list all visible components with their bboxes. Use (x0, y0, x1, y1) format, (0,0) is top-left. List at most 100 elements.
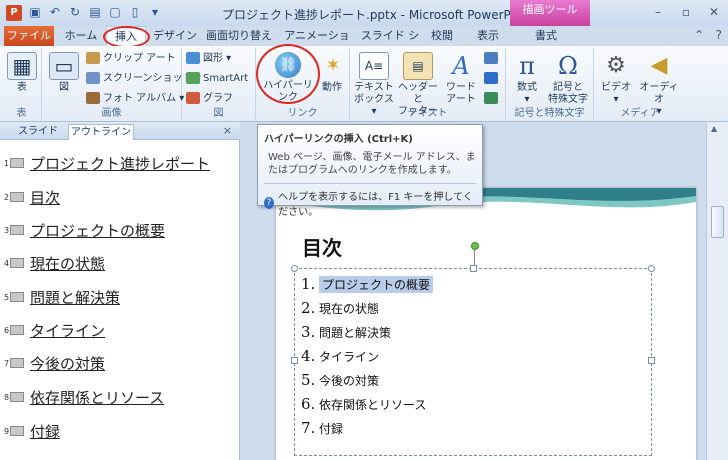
open-folder-icon[interactable]: ▤ (88, 5, 102, 19)
scroll-thumb[interactable] (711, 206, 724, 238)
tab-design[interactable]: デザイン (152, 26, 198, 46)
minimize-icon[interactable]: – (650, 4, 666, 20)
content-textbox[interactable]: 1. プロジェクトの概要 2. 現在の状態 3. 問題と解決策 4. タイライン 5. 今… (291, 265, 655, 456)
hyperlink-tooltip: ハイパーリンクの挿入 (Ctrl+K) Web ページ、画像、電子メール アドレ… (257, 124, 483, 218)
print-preview-icon[interactable]: ▢ (108, 5, 122, 19)
header-footer-icon: ▤ (403, 52, 433, 80)
outline-item-text: 問題と解決策 (30, 288, 121, 307)
tooltip-title: ハイパーリンクの挿入 (Ctrl+K) (264, 134, 413, 145)
outline-item[interactable]: 5 問題と解決策 (4, 286, 120, 308)
tab-animations[interactable]: アニメーション (282, 26, 352, 62)
bullet-item[interactable]: 5. 今後の対策 (301, 371, 379, 394)
group-image: ▭ 図 クリップ アート スクリーンショット ▾ フォト アルバム ▾ 画像 (42, 48, 201, 120)
bullet-text: 現在の状態 (319, 302, 380, 316)
bullet-item[interactable]: 1. プロジェクトの概要 (301, 275, 434, 298)
ribbon-minimize-icon[interactable]: ⌃ (694, 28, 704, 42)
table-button[interactable]: ▦ 表 (6, 52, 38, 94)
vertical-scrollbar[interactable]: ▲ (706, 122, 728, 460)
table-icon: ▦ (7, 52, 37, 80)
outline-item[interactable]: 8 依存関係とリソース (4, 386, 164, 408)
resize-handle-w[interactable] (291, 357, 298, 364)
bullet-item[interactable]: 6. 依存関係とリソース (301, 395, 426, 418)
scroll-up-icon[interactable]: ▲ (711, 124, 717, 133)
outline-item-text: 依存関係とリソース (30, 388, 165, 407)
tab-home[interactable]: ホーム (62, 26, 100, 46)
tab-slides[interactable]: スライド (10, 124, 66, 140)
pi-icon: π (519, 52, 535, 80)
tab-format[interactable]: 書式 (528, 26, 564, 46)
pane-close-icon[interactable]: × (223, 124, 232, 137)
pane-splitter[interactable] (240, 122, 254, 460)
new-file-icon[interactable]: ▯ (128, 5, 142, 19)
tab-review[interactable]: 校閲 (428, 26, 456, 46)
audio-label: オーディオ (639, 82, 679, 105)
outline-item[interactable]: 1 プロジェクト進捗レポート (4, 152, 210, 174)
group-label-media: メディア (620, 108, 660, 119)
resize-handle-ne[interactable] (648, 265, 655, 272)
resize-handle-nw[interactable] (291, 265, 298, 272)
shapes-button[interactable]: 図形 ▾ (186, 52, 231, 66)
equation-button[interactable]: π 数式 ▾ (510, 52, 544, 106)
tab-transitions[interactable]: 画面切り替え (206, 26, 272, 46)
symbol-button[interactable]: Ω 記号と 特殊文字 (546, 52, 590, 106)
action-star-icon: ✶ (325, 55, 341, 76)
wordart-button[interactable]: A ワードアート (442, 52, 480, 106)
bullet-text: 付録 (319, 422, 344, 436)
tab-outline[interactable]: アウトライン (68, 124, 134, 140)
outline-item[interactable]: 9 付録 (4, 420, 60, 442)
outline-item[interactable]: 2 目次 (4, 186, 60, 208)
bullet-item[interactable]: 7. 付録 (301, 419, 343, 442)
tab-view[interactable]: 表示 (474, 26, 502, 46)
bullet-number: 1. (301, 275, 316, 293)
outline-item[interactable]: 7 今後の対策 (4, 352, 105, 374)
tooltip-description: Web ページ、画像、電子メール アドレス、またはプログラムへのリンクを作成しま… (268, 152, 476, 176)
clipart-label: クリップ アート (103, 53, 176, 64)
group-label-image: 画像 (101, 108, 122, 119)
outline-pane: スライド アウトライン × 1 プロジェクト進捗レポート 2 目次 3 プロジェクトの… (0, 122, 240, 460)
bullet-text: 依存関係とリソース (319, 398, 427, 412)
action-button[interactable]: ✶ 動作 (318, 52, 346, 94)
bullet-item[interactable]: 4. タイライン (301, 347, 379, 370)
save-icon[interactable]: ▣ (28, 5, 42, 19)
film-reel-icon: ⚙ (606, 53, 626, 78)
bullet-number: 6. (301, 395, 316, 413)
outline-item-text: 目次 (30, 188, 61, 207)
bullet-item[interactable]: 2. 現在の状態 (301, 299, 379, 322)
date-time-button[interactable] (484, 52, 501, 66)
tab-file[interactable]: ファイル (4, 26, 54, 46)
video-button[interactable]: ⚙ ビデオ ▾ (598, 52, 634, 106)
outline-item[interactable]: 3 プロジェクトの概要 (4, 219, 165, 241)
resize-handle-n[interactable] (470, 265, 477, 272)
slide-number-icon (484, 72, 498, 84)
slide-title[interactable]: 目次 (302, 232, 342, 261)
tooltip-help-text: ヘルプを表示するには、F1 キーを押してください。 (278, 192, 473, 218)
speaker-icon: ◀ (650, 53, 668, 78)
outline-item[interactable]: 6 タイライン (4, 319, 105, 341)
help-icon[interactable]: ? (716, 28, 722, 42)
group-table: ▦ 表 表 (2, 48, 42, 120)
picture-button[interactable]: ▭ 図 (48, 52, 80, 94)
bullet-number: 7. (301, 419, 316, 437)
photo-album-icon (86, 92, 100, 104)
slide-icon (10, 292, 24, 302)
bullet-item[interactable]: 3. 問題と解決策 (301, 323, 391, 346)
highlight-circle-hyperlink (256, 44, 320, 104)
tooltip-divider (264, 183, 476, 184)
redo-icon[interactable]: ↻ (68, 5, 82, 19)
undo-icon[interactable]: ↶ (48, 5, 62, 19)
restore-icon[interactable]: ▫ (678, 4, 694, 20)
outline-item-text: 現在の状態 (30, 254, 106, 273)
smartart-button[interactable]: SmartArt (186, 72, 248, 86)
customize-qat-icon[interactable]: ▾ (148, 5, 162, 19)
resize-handle-e[interactable] (648, 357, 655, 364)
close-window-icon[interactable]: ✕ (706, 4, 722, 20)
powerpoint-app-icon[interactable]: P (6, 5, 22, 21)
tooltip-help: ? ヘルプを表示するには、F1 キーを押してください。 (264, 188, 476, 218)
slide-icon (10, 225, 24, 235)
outline-item[interactable]: 4 現在の状態 (4, 252, 105, 274)
clipart-button[interactable]: クリップ アート (86, 52, 176, 66)
slide-number-button[interactable] (484, 72, 501, 86)
rotation-handle[interactable] (471, 242, 479, 250)
tab-slideshow[interactable]: スライド ショー (358, 26, 422, 62)
highlight-circle-insert (103, 26, 150, 48)
